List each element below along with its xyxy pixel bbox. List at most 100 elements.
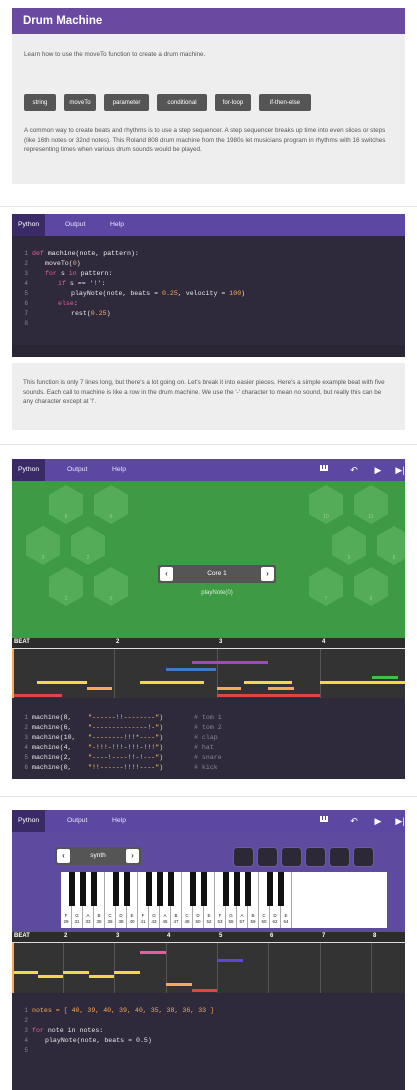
code-line: playNote(note, beats = 0.5) (45, 1037, 152, 1044)
pad-number: 9 (347, 555, 351, 561)
explanation-text: This function is only 7 lines long, but … (23, 379, 385, 406)
line-number: 2 (24, 260, 28, 267)
note-segment (89, 975, 114, 978)
piano-black-key[interactable] (234, 872, 240, 906)
synth-pad[interactable] (329, 847, 350, 867)
next-core-button[interactable]: › (261, 567, 274, 581)
tab-output[interactable]: Output (67, 810, 87, 832)
note-segment (12, 694, 62, 697)
next-instrument-button[interactable]: › (126, 849, 139, 863)
tag-if-then-else[interactable]: if-then-else (259, 94, 311, 111)
synth-pad[interactable] (353, 847, 374, 867)
code-line: for note in notes: (32, 1027, 104, 1034)
piano-black-key[interactable] (201, 872, 207, 906)
step-icon[interactable]: ▶| (394, 463, 405, 477)
code-line: notes = [ 40, 39, 40, 39, 40, 35, 38, 36… (32, 1007, 215, 1014)
tag-parameter[interactable]: parameter (104, 94, 149, 111)
line-number: 4 (24, 744, 28, 751)
synth-panel: ‹ synth › F 29 G 31 A 33 B 35 C 36 D 38 E 40 F4… (12, 832, 405, 932)
step-icon[interactable]: ▶| (394, 814, 405, 828)
tab-python[interactable]: Python (12, 214, 46, 236)
lesson-body: A common way to create beats and rhythms… (24, 127, 386, 154)
pad-number: 11 (368, 514, 374, 520)
code-call: machine(10, (32, 734, 76, 741)
tab-help[interactable]: Help (112, 810, 126, 832)
tab-output[interactable]: Output (67, 459, 87, 481)
synth-pad[interactable] (233, 847, 254, 867)
beat-number: 2 (64, 933, 68, 939)
core-label: Core 1 (207, 570, 227, 577)
tag-string[interactable]: string (24, 94, 56, 111)
editor-tabbar: Python Output Help (12, 214, 405, 236)
piano-black-key[interactable] (278, 872, 284, 906)
note-segment (87, 687, 112, 690)
pattern-string: "----!----!!-!---") (88, 754, 164, 761)
play-icon[interactable]: ▶ (372, 814, 384, 828)
code-line: def machine(note, pattern): (32, 250, 139, 257)
sequencer-grid (12, 943, 405, 993)
code-comment: # snare (194, 754, 222, 761)
tag-conditional[interactable]: conditional (157, 94, 207, 111)
beat-number: 4 (167, 933, 171, 939)
piano-icon[interactable] (318, 463, 330, 477)
divider (0, 796, 417, 797)
line-number: 8 (24, 320, 28, 327)
lesson-card: Drum Machine Learn how to use the moveTo… (12, 8, 405, 184)
piano-black-key[interactable] (91, 872, 97, 906)
line-number: 2 (24, 724, 28, 731)
tag-for-loop[interactable]: for-loop (215, 94, 251, 111)
synth-editor[interactable]: Python Output Help ↶ ▶ ▶| ‹ synth › F 29 … (12, 810, 405, 1090)
pad-number: 7 (324, 596, 328, 602)
undo-icon[interactable]: ↶ (348, 463, 360, 477)
tab-help[interactable]: Help (110, 214, 124, 236)
undo-icon[interactable]: ↶ (348, 814, 360, 828)
note-segment (320, 681, 405, 684)
pad-number: 2 (86, 555, 90, 561)
code-call: machine(2, (32, 754, 72, 761)
synth-pad[interactable] (305, 847, 326, 867)
drum-machine-editor[interactable]: Python Output Help ↶ ▶ ▶| 6 5 3 2 1 0 10… (12, 459, 405, 779)
note-segment (140, 951, 166, 954)
lesson-title: Drum Machine (12, 8, 405, 34)
playhead[interactable] (12, 649, 14, 698)
beat-number: 2 (116, 639, 120, 645)
pattern-string: "!!------!!!!----") (88, 764, 164, 771)
beat-label: BEAT (14, 639, 30, 645)
piano-black-key[interactable] (267, 872, 273, 906)
instrument-selector: ‹ synth › (55, 847, 141, 865)
tab-help[interactable]: Help (112, 459, 126, 481)
beat-label: BEAT (14, 933, 30, 939)
piano-black-key[interactable] (146, 872, 152, 906)
tag-moveto[interactable]: moveTo (64, 94, 96, 111)
piano-black-key[interactable] (80, 872, 86, 906)
piano-keyboard: F 29 G 31 A 33 B 35 C 36 D 38 E 40 F 41 G 43 A 45 … (61, 872, 387, 928)
piano-black-key[interactable] (168, 872, 174, 906)
line-number: 6 (24, 764, 28, 771)
piano-black-key[interactable] (157, 872, 163, 906)
piano-black-key[interactable] (190, 872, 196, 906)
pattern-string: "------!!--------") (88, 714, 164, 721)
play-icon[interactable]: ▶ (372, 463, 384, 477)
tab-python[interactable]: Python (12, 459, 46, 481)
tab-python[interactable]: Python (12, 810, 46, 832)
beat-number: 6 (270, 933, 274, 939)
synth-pad[interactable] (257, 847, 278, 867)
note-segment (372, 676, 398, 679)
pad-number: 6 (369, 596, 373, 602)
note-segment (217, 687, 241, 690)
tab-output[interactable]: Output (65, 214, 85, 236)
code-comment: # hat (194, 744, 214, 751)
line-number: 5 (24, 290, 28, 297)
playhead[interactable] (12, 943, 14, 993)
piano-black-key[interactable] (245, 872, 251, 906)
piano-black-key[interactable] (223, 872, 229, 906)
piano-icon[interactable] (318, 814, 330, 828)
piano-black-key[interactable] (113, 872, 119, 906)
piano-black-key[interactable] (69, 872, 75, 906)
note-segment (166, 983, 192, 986)
note-segment (12, 971, 38, 974)
note-segment (217, 959, 243, 962)
piano-black-key[interactable] (124, 872, 130, 906)
code-editor-1[interactable]: Python Output Help 1 def machine(note, pa… (12, 214, 405, 345)
synth-pad[interactable] (281, 847, 302, 867)
